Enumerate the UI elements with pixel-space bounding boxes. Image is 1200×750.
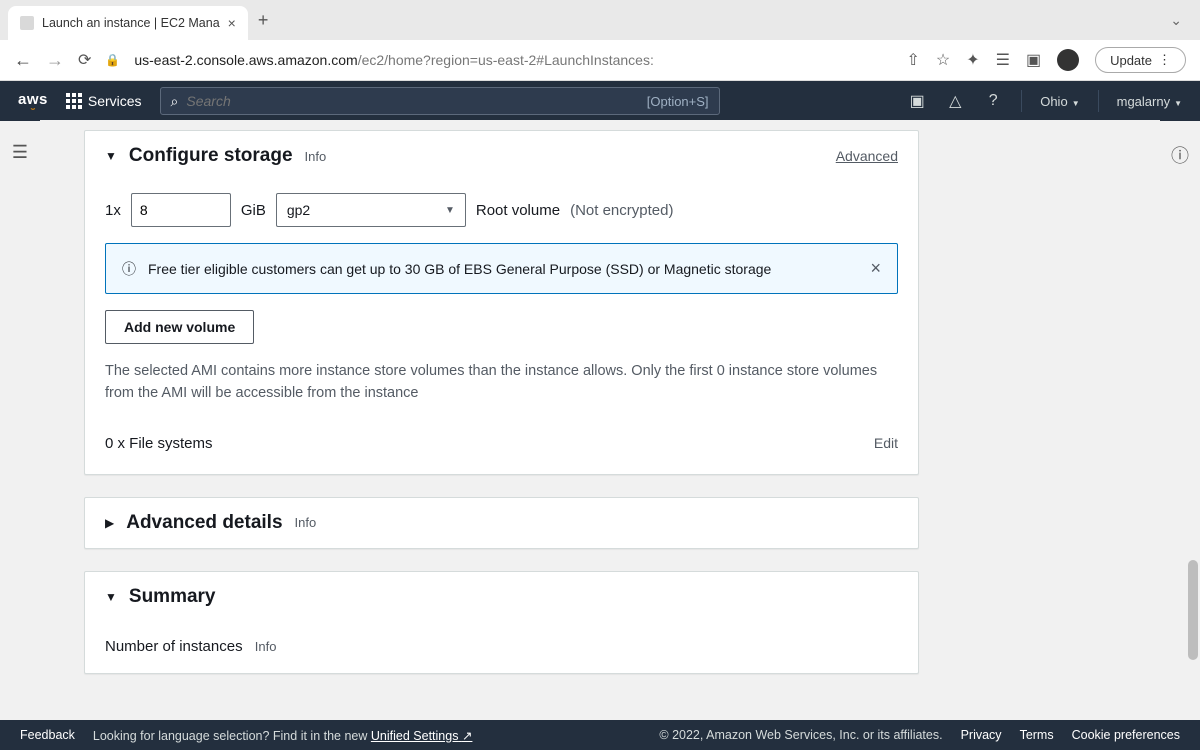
expand-icon[interactable]: ▶ [105, 516, 114, 530]
search-icon: ⌕ [171, 93, 179, 110]
browser-tab[interactable]: Launch an instance | EC2 Mana × [8, 6, 248, 40]
cookie-link[interactable]: Cookie preferences [1072, 728, 1180, 742]
advanced-details-panel: ▶ Advanced details Info [84, 497, 919, 549]
help-icon[interactable]: ? [983, 92, 1003, 110]
extensions-icon[interactable]: ✦ [966, 50, 979, 70]
main-content: ▼ Configure storage Info Advanced 1x GiB… [40, 120, 1160, 720]
account-menu[interactable]: mgalarny▼ [1117, 94, 1182, 109]
info-link[interactable]: Info [295, 515, 317, 530]
external-link-icon: ↗ [462, 729, 472, 743]
copyright: © 2022, Amazon Web Services, Inc. or its… [659, 728, 942, 742]
profile-avatar[interactable] [1057, 49, 1079, 71]
configure-storage-panel: ▼ Configure storage Info Advanced 1x GiB… [84, 130, 919, 475]
file-systems-label: 0 x File systems [105, 435, 213, 452]
summary-panel: ▼ Summary Number of instances Info [84, 571, 919, 674]
address-bar: ← → ⟳ 🔒 us-east-2.console.aws.amazon.com… [0, 40, 1200, 80]
share-icon[interactable]: ⇧ [906, 50, 919, 70]
panel-title: Configure storage [129, 145, 293, 167]
update-button[interactable]: Update ⋮ [1095, 47, 1186, 73]
side-panel-icon[interactable]: ▣ [1026, 50, 1041, 70]
services-menu[interactable]: Services [66, 93, 142, 109]
search-box[interactable]: ⌕ [Option+S] [160, 87, 720, 115]
collapse-icon[interactable]: ▼ [105, 590, 117, 604]
advanced-link[interactable]: Advanced [836, 148, 898, 164]
reload-button[interactable]: ⟳ [78, 50, 91, 70]
close-icon[interactable]: × [228, 15, 236, 31]
edit-link[interactable]: Edit [874, 435, 898, 451]
url-display[interactable]: us-east-2.console.aws.amazon.com/ec2/hom… [134, 52, 892, 68]
encrypted-label: (Not encrypted) [570, 202, 673, 219]
file-systems-row: 0 x File systems Edit [105, 421, 898, 456]
root-volume-row: 1x GiB gp2 ▼ Root volume (Not encrypted) [105, 181, 898, 243]
collapse-icon[interactable]: ▼ [105, 149, 117, 163]
banner-text: Free tier eligible customers can get up … [148, 261, 771, 277]
size-unit: GiB [241, 202, 266, 219]
panel-title: Advanced details [126, 512, 282, 534]
privacy-link[interactable]: Privacy [961, 728, 1002, 742]
grid-icon [66, 93, 82, 109]
browser-chrome: Launch an instance | EC2 Mana × + ⌄ ← → … [0, 0, 1200, 81]
terms-link[interactable]: Terms [1020, 728, 1054, 742]
left-rail: ☰ [0, 120, 40, 720]
tab-bar: Launch an instance | EC2 Mana × + ⌄ [0, 0, 1200, 40]
forward-button[interactable]: → [46, 50, 64, 71]
info-link[interactable]: Info [305, 149, 327, 164]
aws-top-nav: aws ⌣ Services ⌕ [Option+S] ▣ △ ? Ohio▼ … [0, 81, 1200, 121]
region-selector[interactable]: Ohio▼ [1040, 94, 1079, 109]
scrollbar-thumb[interactable] [1188, 560, 1198, 660]
add-volume-button[interactable]: Add new volume [105, 310, 254, 344]
tab-favicon-icon [20, 16, 34, 30]
info-icon: ⓘ [122, 259, 136, 279]
back-button[interactable]: ← [14, 50, 32, 71]
chevron-down-icon[interactable]: ⌄ [1170, 12, 1182, 29]
kebab-icon: ⋮ [1158, 52, 1171, 68]
panel-header: ▼ Configure storage Info Advanced [85, 131, 918, 181]
free-tier-banner: ⓘ Free tier eligible customers can get u… [105, 243, 898, 294]
notifications-icon[interactable]: △ [945, 91, 965, 111]
console-footer: Feedback Looking for language selection?… [0, 720, 1200, 750]
panel-header[interactable]: ▶ Advanced details Info [85, 498, 918, 548]
volume-size-input[interactable] [131, 193, 231, 227]
cloudshell-icon[interactable]: ▣ [907, 91, 927, 111]
root-volume-label: Root volume [476, 202, 560, 219]
unified-settings-link[interactable]: Unified Settings ↗ [371, 729, 473, 743]
hamburger-icon[interactable]: ☰ [12, 142, 28, 163]
aws-logo[interactable]: aws ⌣ [18, 91, 48, 112]
search-shortcut: [Option+S] [647, 94, 709, 109]
address-bar-right: ⇧ ☆ ✦ ☰ ▣ Update ⋮ [906, 47, 1186, 73]
reading-list-icon[interactable]: ☰ [996, 50, 1010, 70]
new-tab-button[interactable]: + [258, 10, 269, 31]
dropdown-icon: ▼ [445, 205, 455, 216]
close-icon[interactable]: × [870, 258, 881, 279]
search-input[interactable] [186, 93, 638, 109]
volume-type-select[interactable]: gp2 ▼ [276, 193, 466, 227]
lock-icon[interactable]: 🔒 [105, 53, 120, 67]
tab-title: Launch an instance | EC2 Mana [42, 16, 220, 30]
feedback-link[interactable]: Feedback [20, 728, 75, 742]
star-icon[interactable]: ☆ [936, 50, 950, 70]
num-instances-field: Number of instances Info [105, 624, 898, 655]
lang-hint: Looking for language selection? Find it … [93, 728, 473, 743]
panel-header: ▼ Summary [85, 572, 918, 622]
volume-count: 1x [105, 202, 121, 219]
info-link[interactable]: Info [255, 639, 277, 654]
panel-title: Summary [129, 586, 216, 608]
info-icon[interactable]: ⓘ [1171, 142, 1189, 720]
aws-smile-icon: ⌣ [18, 108, 48, 112]
ami-note: The selected AMI contains more instance … [105, 344, 898, 421]
